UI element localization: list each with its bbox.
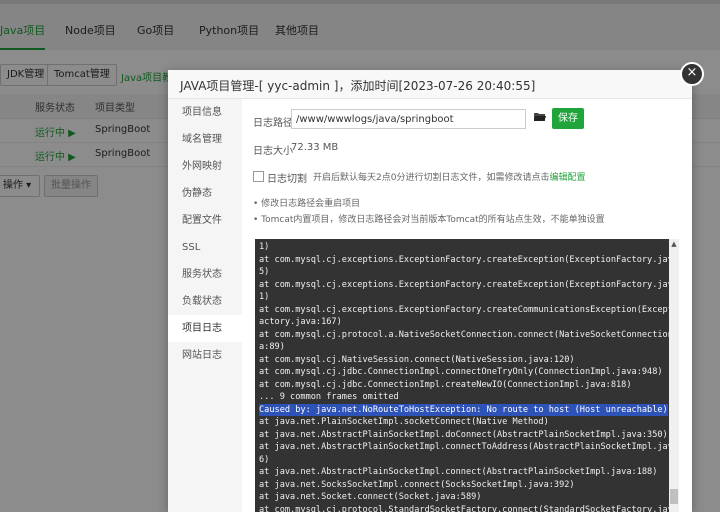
- nav-site-log[interactable]: 网站日志: [168, 342, 242, 369]
- nav-service-status[interactable]: 服务状态: [168, 261, 242, 288]
- log-viewer[interactable]: at com.mysql.cj.protocol.StandardSocketF…: [255, 239, 679, 512]
- java-project-modal: JAVA项目管理-[ yyc-admin ]，添加时间[2023-07-26 2…: [168, 70, 692, 512]
- nav-load-status[interactable]: 负载状态: [168, 288, 242, 315]
- modal-side-nav: 项目信息 域名管理 外网映射 伪静态 配置文件 SSL 服务状态 负载状态 项目…: [168, 99, 242, 512]
- modal-title: JAVA项目管理-[ yyc-admin ]，添加时间[2023-07-26 2…: [180, 79, 536, 93]
- log-line: at com.mysql.cj.exceptions.ExceptionFact…: [259, 279, 679, 290]
- log-path-input[interactable]: [291, 109, 526, 129]
- project-log-panel: 日志路径 保存 日志大小 72.33 MB 日志切割 开启后默认每天2点0分进行…: [242, 99, 692, 512]
- log-size-value: 72.33 MB: [291, 142, 339, 153]
- note-item: • Tomcat内置项目，修改日志路径会对当前版本Tomcat的所有站点生效，不…: [253, 215, 605, 225]
- log-line: at java.net.Socket.connect(Socket.java:5…: [259, 492, 482, 502]
- log-line: at java.net.AbstractPlainSocketImpl.conn…: [259, 467, 658, 477]
- log-line: ... 9 common frames omitted: [259, 392, 399, 402]
- log-size-label: 日志大小: [253, 146, 293, 157]
- nav-ssl[interactable]: SSL: [168, 234, 242, 261]
- log-line: at java.net.AbstractPlainSocketImpl.doCo…: [259, 429, 668, 440]
- log-line: at com.mysql.cj.protocol.StandardSocketF…: [259, 504, 679, 512]
- nav-project-info[interactable]: 项目信息: [168, 99, 242, 126]
- log-line: at com.mysql.cj.jdbc.ConnectionImpl.conn…: [259, 367, 663, 377]
- log-line: at com.mysql.cj.exceptions.ExceptionFact…: [259, 254, 679, 265]
- scroll-up-icon[interactable]: ▲: [669, 239, 679, 249]
- log-line: at com.mysql.cj.exceptions.ExceptionFact…: [259, 304, 679, 315]
- log-line-highlighted: Caused by: java.net.NoRouteToHostExcepti…: [259, 403, 668, 416]
- log-line: actory.java:167): [259, 317, 342, 327]
- nav-rewrite[interactable]: 伪静态: [168, 180, 242, 207]
- log-scrollbar[interactable]: ▲: [669, 239, 679, 512]
- log-line: at java.net.AbstractPlainSocketImpl.conn…: [259, 442, 679, 452]
- edit-config-link[interactable]: 编辑配置: [549, 173, 585, 183]
- log-line: 1): [259, 242, 270, 252]
- nav-project-log[interactable]: 项目日志: [168, 315, 242, 342]
- note-item: • 修改日志路径会重启项目: [253, 199, 361, 209]
- log-line: at com.mysql.cj.jdbc.ConnectionImpl.crea…: [259, 379, 632, 390]
- log-line: a:89): [259, 342, 285, 352]
- log-line: at com.mysql.cj.NativeSession.connect(Na…: [259, 354, 575, 365]
- log-cut-label: 日志切割: [267, 174, 307, 185]
- log-line: at com.mysql.cj.protocol.a.NativeSocketC…: [259, 329, 679, 340]
- nav-domain-manage[interactable]: 域名管理: [168, 126, 242, 153]
- log-line: at java.net.SocksSocketImpl.connect(Sock…: [259, 479, 575, 490]
- log-line: 5): [259, 267, 270, 277]
- nav-external-mapping[interactable]: 外网映射: [168, 153, 242, 180]
- log-line: at java.net.PlainSocketImpl.socketConnec…: [259, 417, 549, 427]
- log-path-label: 日志路径: [253, 118, 293, 129]
- log-line: 6): [259, 454, 270, 465]
- close-icon[interactable]: ×: [680, 62, 704, 86]
- save-button[interactable]: 保存: [552, 108, 584, 129]
- modal-header: JAVA项目管理-[ yyc-admin ]，添加时间[2023-07-26 2…: [168, 70, 692, 99]
- scroll-thumb[interactable]: [670, 489, 678, 504]
- log-cut-checkbox[interactable]: [253, 171, 264, 182]
- log-line: 1): [259, 292, 270, 302]
- log-cut-description: 开启后默认每天2点0分进行切割日志文件，如需修改请点击编辑配置: [313, 173, 586, 183]
- nav-config-file[interactable]: 配置文件: [168, 207, 242, 234]
- folder-icon[interactable]: [534, 111, 546, 121]
